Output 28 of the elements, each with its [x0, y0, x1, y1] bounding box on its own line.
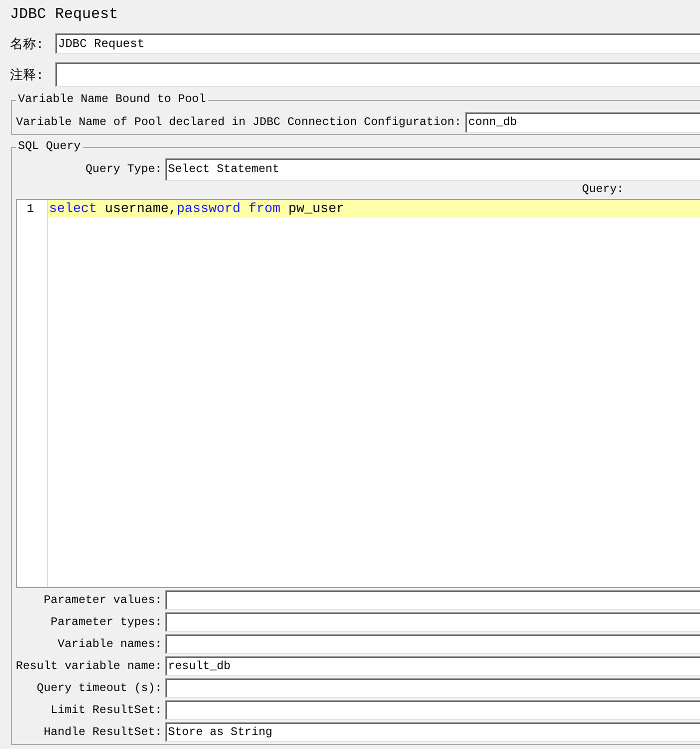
query-label: Query:	[582, 183, 624, 196]
text-field[interactable]	[165, 634, 700, 654]
field-label: Variable names:	[58, 638, 162, 650]
line-number: 1	[26, 201, 34, 218]
text-field[interactable]: result_db	[165, 656, 700, 676]
field-label: Query timeout (s):	[36, 682, 162, 694]
code-editor[interactable]: 1 select username,password from pw_user	[16, 199, 700, 588]
text-field[interactable]	[165, 612, 700, 632]
field-label: Parameter types:	[50, 616, 162, 628]
field-label: Handle ResultSet:	[44, 726, 162, 738]
pool-variable-field[interactable]: conn_db	[465, 112, 700, 133]
name-label: 名称:	[10, 36, 45, 52]
query-type-field[interactable]: Select Statement	[165, 158, 700, 181]
query-type-label: Query Type:	[85, 163, 162, 176]
group-title: Variable Name Bound to Pool	[17, 93, 207, 107]
field-label: Result variable name:	[16, 660, 162, 672]
text-field[interactable]	[165, 700, 700, 720]
pool-variable-label: Variable Name of Pool declared in JDBC Connection Configuration:	[16, 116, 462, 129]
comment-field[interactable]	[55, 62, 700, 87]
name-field[interactable]: JDBC Request	[55, 33, 700, 54]
text-field[interactable]	[165, 590, 700, 610]
field-label: Limit ResultSet:	[50, 704, 162, 716]
text-field[interactable]: Store as String	[165, 722, 700, 742]
panel-title: JDBC Request	[9, 5, 118, 25]
comment-label: 注释:	[10, 66, 45, 84]
field-label: Parameter values:	[44, 594, 162, 606]
group-title: SQL Query	[17, 140, 82, 154]
text-field[interactable]	[165, 678, 700, 698]
